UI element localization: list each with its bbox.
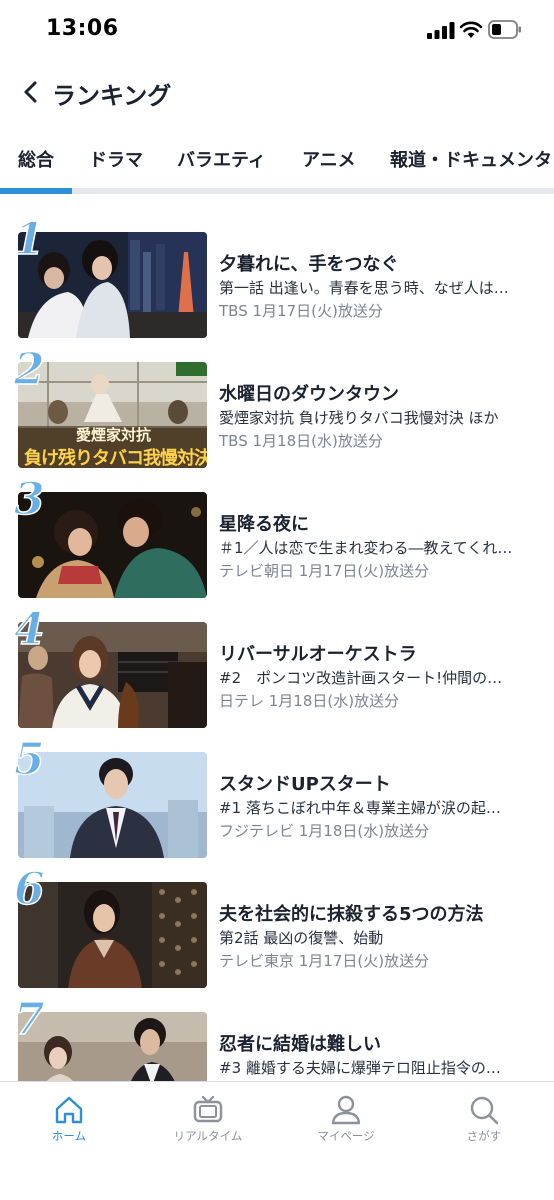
category-tabs: 総合 ドラマ バラエティ アニメ 報道・ドキュメンタリ xyxy=(0,140,554,194)
nav-search-label: さがす xyxy=(466,1129,502,1143)
battery-icon xyxy=(488,20,521,39)
ranking-item[interactable]: 愛煙家対抗 負け残りタバコ我慢対決 2 水曜日のダウンタウン 愛煙家対抗 負け残… xyxy=(0,347,554,470)
episode-subtitle: #2 ポンコツ改造計画スタート!仲間の… xyxy=(219,669,503,687)
broadcast-info: テレビ朝日 1月17日(火)放送分 xyxy=(219,562,430,580)
thumbnail xyxy=(18,752,207,858)
thumbnail xyxy=(18,882,207,988)
tab-active-indicator xyxy=(0,188,72,194)
tab-overall[interactable]: 総合 xyxy=(18,146,54,172)
program-title: 夫を社会的に抹殺する5つの方法 xyxy=(219,904,484,925)
rank-number: 3 xyxy=(13,474,45,525)
thumbnail-caption-line2: 負け残りタバコ我慢対決 xyxy=(24,448,207,468)
broadcast-info: テレビ東京 1月17日(火)放送分 xyxy=(219,952,430,970)
broadcast-info: フジテレビ 1月18日(水)放送分 xyxy=(219,822,430,840)
status-time: 13:06 xyxy=(46,16,119,41)
person-icon xyxy=(331,1095,361,1125)
program-title: リバーサルオーケストラ xyxy=(219,644,417,665)
broadcast-info: TBS 1月17日(火)放送分 xyxy=(219,302,383,320)
episode-subtitle: 愛煙家対抗 負け残りタバコ我慢対決 ほか xyxy=(219,409,499,427)
back-button[interactable] xyxy=(16,76,48,108)
thumbnail xyxy=(18,622,207,728)
tv-icon xyxy=(193,1095,223,1123)
ranking-item[interactable]: 4 リバーサルオーケストラ #2 ポンコツ改造計画スタート!仲間の… 日テレ 1… xyxy=(0,607,554,730)
search-icon xyxy=(470,1096,499,1125)
status-bar: 13:06 xyxy=(0,0,554,60)
ranking-item[interactable]: 3 星降る夜に ＃1／人は恋で生まれ変わる―教えてくれ… テレビ朝日 1月17日… xyxy=(0,477,554,600)
wifi-icon xyxy=(459,21,483,38)
episode-subtitle: ＃1／人は恋で生まれ変わる―教えてくれ… xyxy=(219,539,513,557)
broadcast-info: TBS 1月18日(水)放送分 xyxy=(219,432,383,450)
episode-subtitle: 第一話 出逢い。青春を思う時、なぜ人は… xyxy=(219,279,509,297)
tab-anime[interactable]: アニメ xyxy=(302,146,356,172)
tab-variety[interactable]: バラエティ xyxy=(177,146,266,172)
episode-subtitle: 第2話 最凶の復讐、始動 xyxy=(219,929,384,947)
thumbnail: 愛煙家対抗 負け残りタバコ我慢対決 xyxy=(18,362,207,468)
rank-number: 2 xyxy=(13,344,45,395)
nav-mypage[interactable]: マイページ xyxy=(286,1082,406,1162)
nav-home-label: ホーム xyxy=(51,1129,87,1143)
signal-icon xyxy=(427,22,455,39)
rank-number: 1 xyxy=(13,214,45,265)
rank-number: 7 xyxy=(13,994,45,1045)
episode-subtitle: #3 離婚する夫婦に爆弾テロ阻止指令の… xyxy=(219,1059,501,1077)
tab-drama[interactable]: ドラマ xyxy=(89,146,143,172)
program-title: スタンドUPスタート xyxy=(219,774,391,795)
nav-search[interactable]: さがす xyxy=(424,1082,544,1162)
tab-track xyxy=(0,188,554,194)
program-title: 忍者に結婚は難しい xyxy=(219,1034,381,1055)
thumbnail xyxy=(18,232,207,338)
bottom-navigation: ホーム リアルタイム マイページ さがす xyxy=(0,1081,554,1200)
nav-home[interactable]: ホーム xyxy=(9,1082,129,1162)
rank-number: 5 xyxy=(13,734,45,785)
ranking-item[interactable]: 1 夕暮れに、手をつなぐ 第一話 出逢い。青春を思う時、なぜ人は… TBS 1月… xyxy=(0,217,554,340)
broadcast-info: 日テレ 1月18日(水)放送分 xyxy=(219,692,400,710)
page-title: ランキング xyxy=(52,82,172,110)
episode-subtitle: #1 落ちこぼれ中年＆専業主婦が涙の起… xyxy=(219,799,501,817)
rank-number: 4 xyxy=(13,604,45,655)
header: ランキング xyxy=(0,70,554,116)
home-icon xyxy=(55,1096,83,1124)
program-title: 夕暮れに、手をつなぐ xyxy=(219,254,399,275)
nav-mypage-label: マイページ xyxy=(317,1129,375,1143)
tab-news-documentary[interactable]: 報道・ドキュメンタリ xyxy=(390,146,554,172)
thumbnail xyxy=(18,492,207,598)
rank-number: 6 xyxy=(13,864,45,915)
nav-realtime-label: リアルタイム xyxy=(173,1129,243,1143)
nav-realtime[interactable]: リアルタイム xyxy=(148,1082,268,1162)
ranking-item[interactable]: 5 スタンドUPスタート #1 落ちこぼれ中年＆専業主婦が涙の起… フジテレビ … xyxy=(0,737,554,860)
ranking-item[interactable]: 6 夫を社会的に抹殺する5つの方法 第2話 最凶の復讐、始動 テレビ東京 1月1… xyxy=(0,867,554,990)
thumbnail-caption-line1: 愛煙家対抗 xyxy=(76,426,152,444)
program-title: 水曜日のダウンタウン xyxy=(219,384,399,405)
program-title: 星降る夜に xyxy=(219,514,309,535)
